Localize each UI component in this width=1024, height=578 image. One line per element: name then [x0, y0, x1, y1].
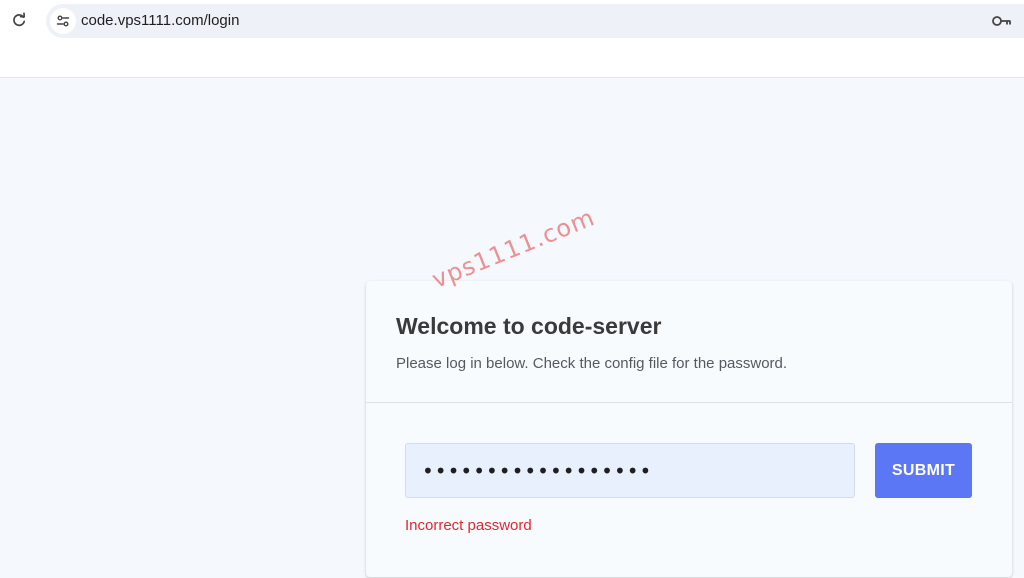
key-icon[interactable]: [990, 12, 1014, 30]
submit-button[interactable]: SUBMIT: [875, 443, 972, 498]
toolbar-strip: [0, 40, 1024, 78]
card-subtitle: Please log in below. Check the config fi…: [396, 355, 788, 372]
page-title: Welcome to code-server: [396, 313, 662, 339]
url-text[interactable]: code.vps1111.com/login: [81, 4, 239, 38]
card-header: Welcome to code-server Please log in bel…: [366, 281, 1012, 403]
browser-toolbar: code.vps1111.com/login: [0, 0, 1024, 40]
login-card: Welcome to code-server Please log in bel…: [366, 281, 1012, 577]
site-info-icon[interactable]: [50, 8, 76, 34]
password-input[interactable]: [405, 443, 855, 498]
reload-icon[interactable]: [8, 9, 30, 31]
address-bar[interactable]: code.vps1111.com/login: [46, 4, 1024, 38]
error-message: Incorrect password: [405, 517, 532, 534]
